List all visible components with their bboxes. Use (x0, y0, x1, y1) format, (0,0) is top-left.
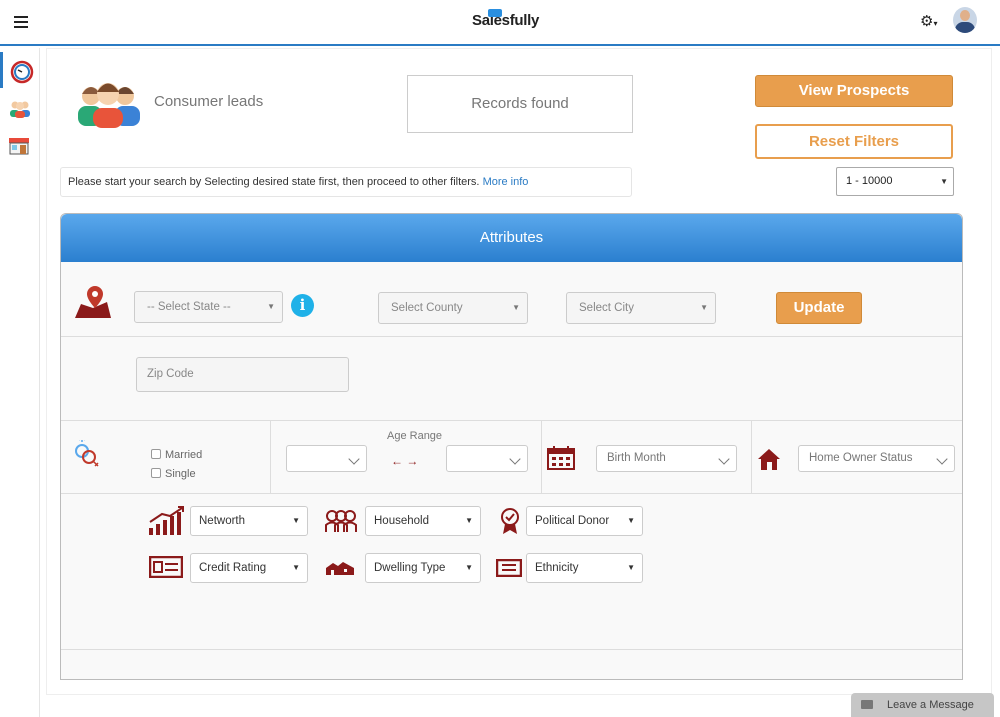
dwelling-type-select[interactable]: Dwelling Type ▼ (365, 553, 481, 583)
info-message-text: Please start your search by Selecting de… (68, 176, 480, 188)
records-range-select[interactable]: 1 - 10000 ▼ (836, 167, 954, 196)
chevron-down-icon (348, 453, 360, 465)
people-icon (10, 101, 30, 118)
records-found-box: Records found (407, 75, 633, 133)
caret-down-icon: ▼ (292, 563, 300, 572)
dwelling-house-icon (326, 562, 354, 575)
attributes-panel: Attributes -- Select State -- ▼ i Select… (60, 213, 963, 680)
more-info-link[interactable]: More info (483, 176, 529, 188)
city-select-value: Select City (579, 302, 634, 314)
view-prospects-button[interactable]: View Prospects (755, 75, 953, 107)
caret-down-icon: ▼ (465, 516, 473, 525)
home-icon (758, 449, 780, 470)
caret-down-icon: ▼ (700, 303, 708, 312)
donor-ribbon-icon (501, 508, 519, 534)
state-select-value: -- Select State -- (147, 301, 231, 313)
info-message: Please start your search by Selecting de… (60, 167, 632, 197)
credit-rating-select[interactable]: Credit Rating ▼ (190, 553, 308, 583)
envelope-icon (861, 700, 873, 709)
store-icon (9, 138, 29, 155)
age-range-label: Age Range (387, 430, 443, 442)
zip-code-placeholder: Zip Code (147, 368, 194, 380)
consumer-leads-icon (78, 83, 140, 128)
leave-message-widget[interactable]: Leave a Message (851, 693, 994, 717)
info-icon[interactable]: i (291, 294, 314, 317)
zip-code-input[interactable]: Zip Code (136, 357, 349, 392)
divider (61, 649, 962, 650)
checkbox-box[interactable] (151, 468, 161, 478)
dwelling-type-value: Dwelling Type (374, 562, 446, 574)
home-owner-status-select[interactable]: Home Owner Status (798, 445, 955, 472)
attributes-header: Attributes (61, 214, 962, 262)
top-navbar: Salesfully ⚙▾ (0, 0, 1000, 46)
records-range-value: 1 - 10000 (846, 175, 893, 187)
caret-down-icon: ▼ (627, 516, 635, 525)
caret-down-icon: ▼ (267, 302, 275, 311)
household-value: Household (374, 515, 429, 527)
sidebar-item-business-leads[interactable] (0, 128, 40, 164)
networth-value: Networth (199, 515, 246, 527)
political-donor-value: Political Donor (535, 515, 610, 527)
age-min-select[interactable] (286, 445, 367, 472)
reset-filters-button[interactable]: Reset Filters (755, 124, 953, 159)
chevron-down-icon (936, 453, 948, 465)
page-title: Consumer leads (154, 93, 264, 110)
home-owner-status-value: Home Owner Status (809, 452, 913, 464)
married-checkbox[interactable]: Married (151, 449, 202, 461)
county-select-value: Select County (391, 302, 463, 314)
married-label: Married (165, 449, 203, 461)
political-donor-select[interactable]: Political Donor ▼ (526, 506, 643, 536)
single-checkbox[interactable]: Single (151, 468, 196, 480)
household-select[interactable]: Household ▼ (365, 506, 481, 536)
networth-chart-icon (149, 506, 184, 535)
credit-card-icon (149, 556, 183, 578)
calendar-icon (547, 446, 575, 470)
ethnicity-select[interactable]: Ethnicity ▼ (526, 553, 643, 583)
sidebar (0, 48, 40, 717)
caret-down-icon: ▼ (292, 516, 300, 525)
ethnicity-value: Ethnicity (535, 562, 579, 574)
gear-icon[interactable]: ⚙▾ (920, 12, 937, 30)
sidebar-item-dashboard[interactable] (0, 52, 40, 88)
age-range-arrows-icon: ← → (391, 454, 419, 468)
sidebar-item-consumer-leads[interactable] (0, 90, 40, 126)
leave-message-label: Leave a Message (887, 699, 974, 711)
update-button[interactable]: Update (776, 292, 862, 324)
age-max-select[interactable] (446, 445, 528, 472)
avatar[interactable] (953, 7, 977, 33)
caret-down-icon: ▼ (465, 563, 473, 572)
hamburger-icon[interactable] (14, 16, 28, 28)
divider (61, 493, 962, 494)
caret-down-icon: ▼ (627, 563, 635, 572)
caret-down-icon: ▼ (512, 303, 520, 312)
checkbox-box[interactable] (151, 449, 161, 459)
gender-icon (75, 440, 99, 467)
household-people-icon (325, 510, 357, 532)
chevron-down-icon (718, 453, 730, 465)
credit-rating-value: Credit Rating (199, 562, 267, 574)
county-select[interactable]: Select County ▼ (378, 292, 528, 324)
city-select[interactable]: Select City ▼ (566, 292, 716, 324)
location-map-icon (75, 286, 111, 318)
ethnicity-id-icon (496, 559, 522, 577)
single-label: Single (165, 468, 196, 480)
logo-mark (488, 9, 502, 17)
divider (61, 336, 962, 337)
dashboard-gauge-icon (10, 60, 34, 84)
networth-select[interactable]: Networth ▼ (190, 506, 308, 536)
birth-month-value: Birth Month (607, 452, 666, 464)
logo-text: Salesfully (472, 12, 540, 29)
chevron-down-icon (509, 453, 521, 465)
caret-down-icon: ▼ (940, 177, 948, 186)
main-card: Consumer leads Records found View Prospe… (46, 48, 992, 695)
birth-month-select[interactable]: Birth Month (596, 445, 737, 472)
state-select[interactable]: -- Select State -- ▼ (134, 291, 283, 323)
app-logo[interactable]: Salesfully (472, 9, 540, 29)
